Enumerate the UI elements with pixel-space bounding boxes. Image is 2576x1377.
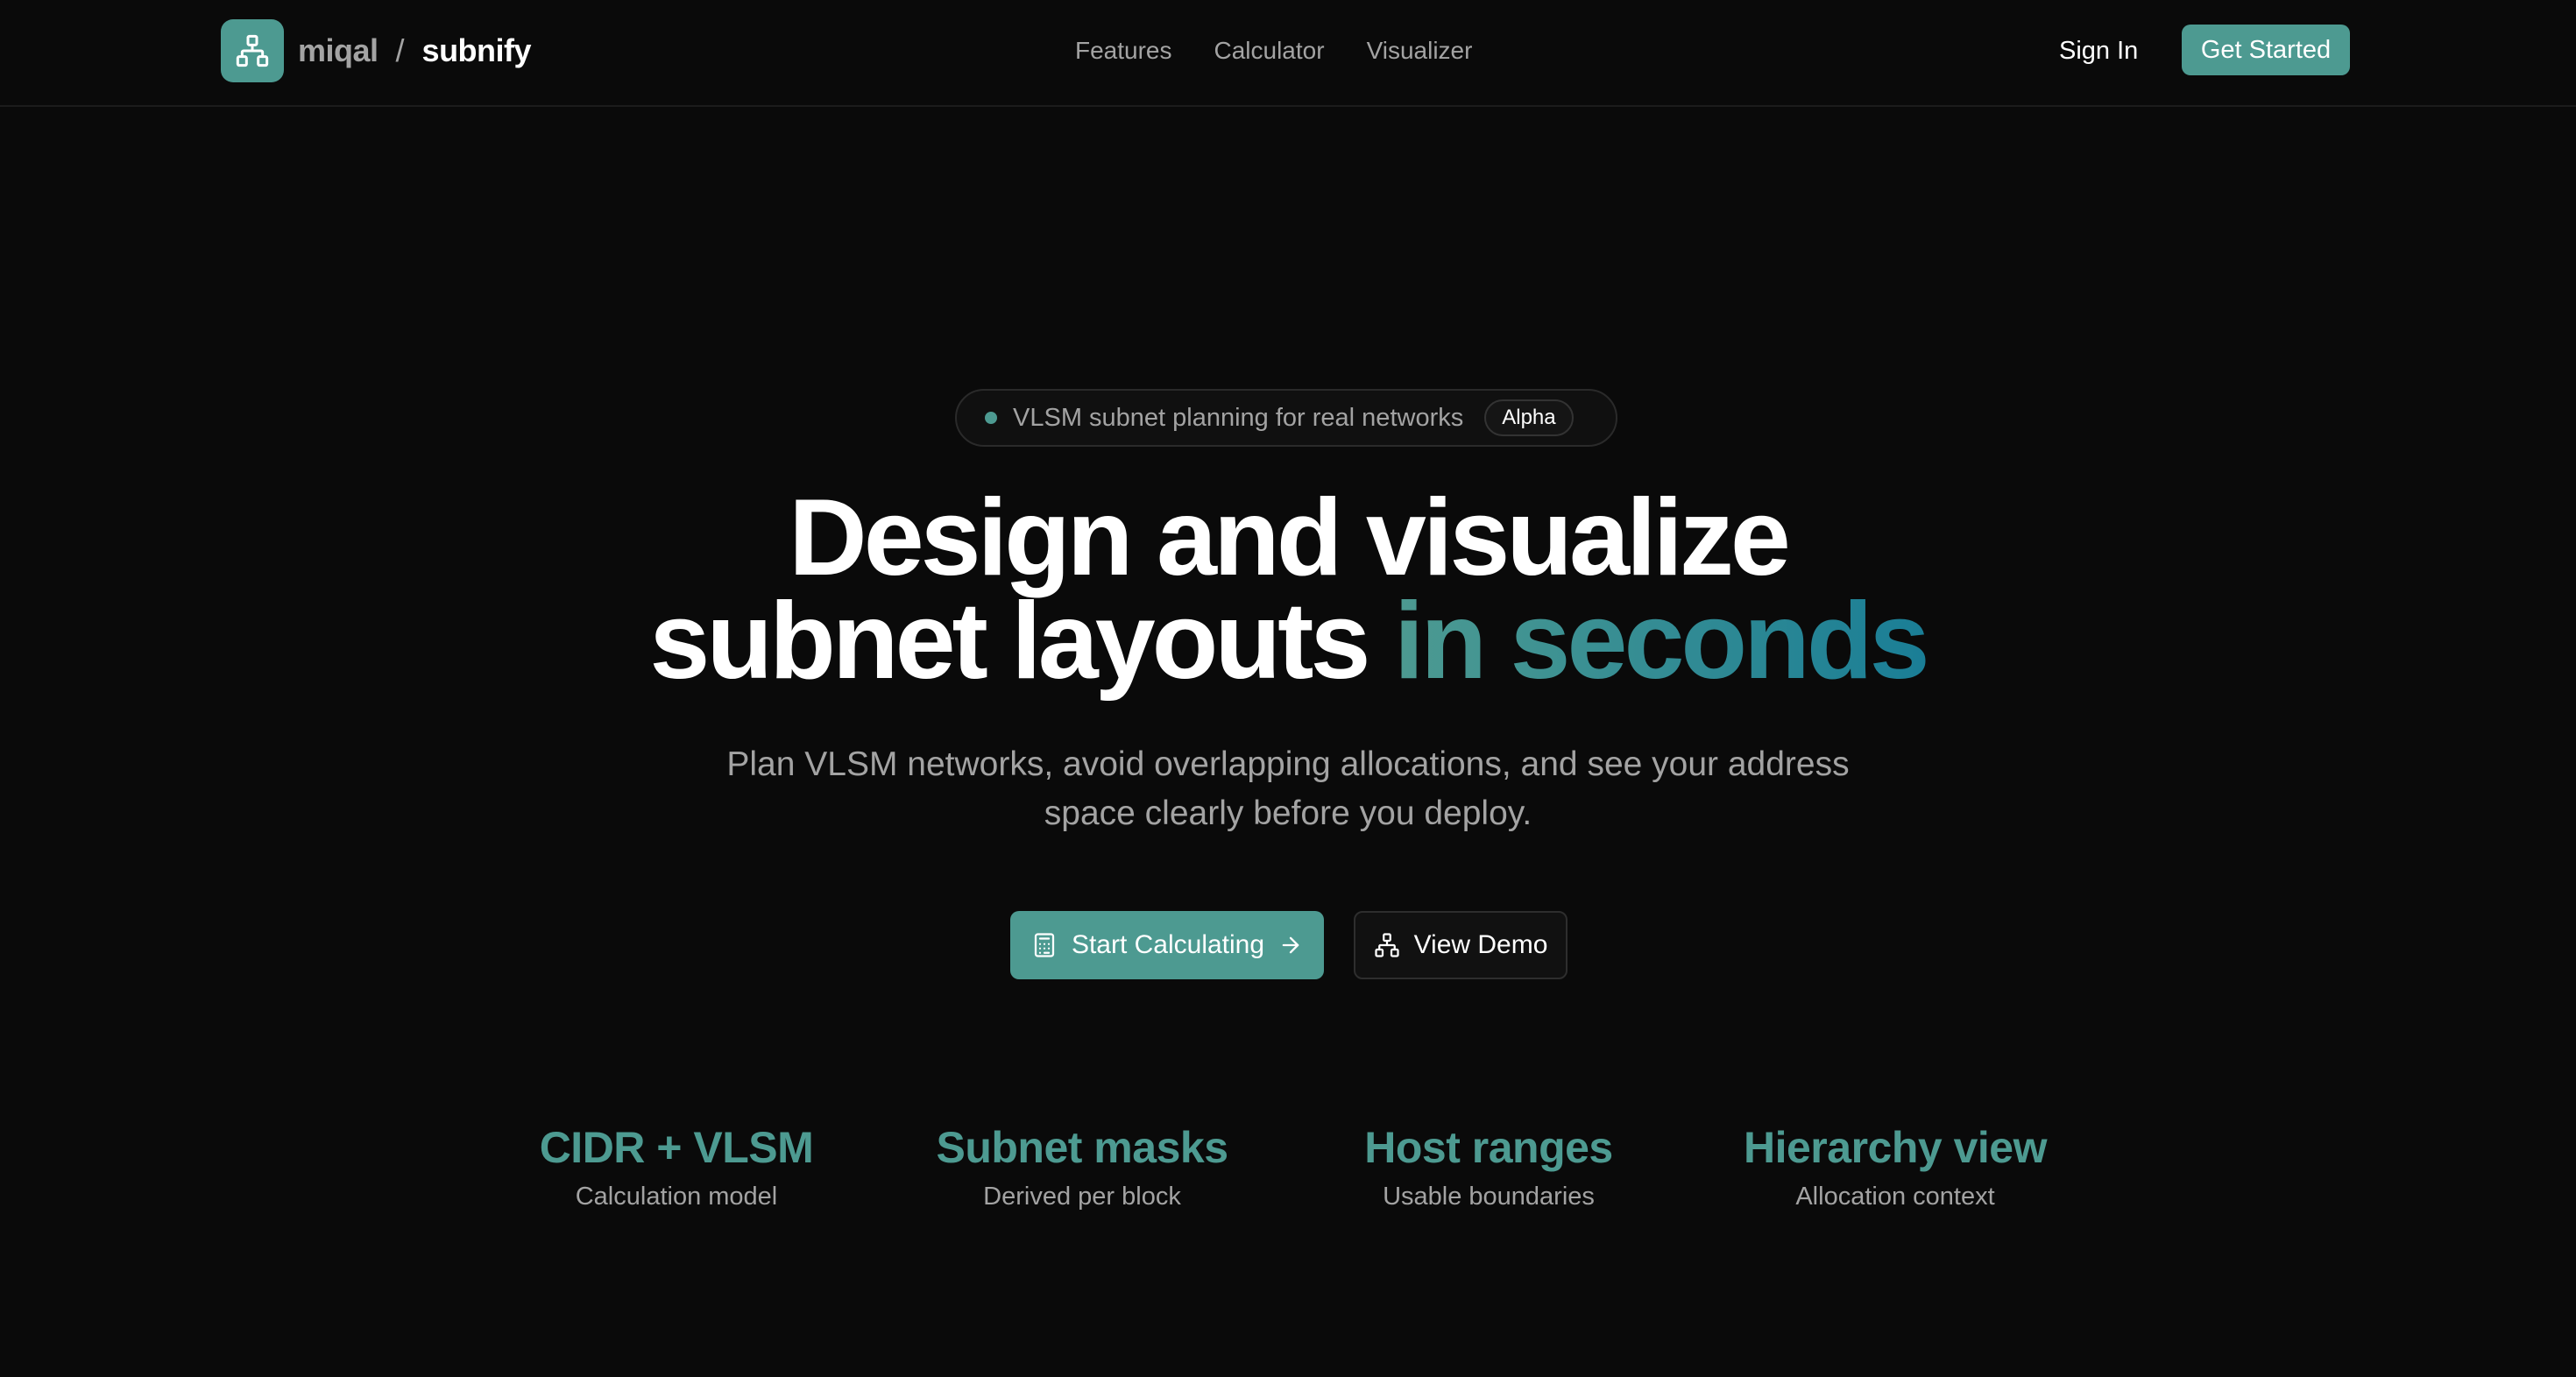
announcement-pill: VLSM subnet planning for real networks A… [955,389,1617,447]
stat-label: Calculation model [575,1183,778,1211]
calculator-icon [1031,932,1058,958]
start-calculating-button[interactable]: Start Calculating [1010,911,1324,979]
view-demo-button[interactable]: View Demo [1354,911,1568,979]
pill-text: VLSM subnet planning for real networks [1013,403,1464,432]
stat-item: Subnet masks Derived per block [898,1119,1266,1211]
start-calculating-label: Start Calculating [1071,930,1265,959]
stat-item: Hierarchy view Allocation context [1711,1119,2079,1211]
network-icon [221,19,284,82]
nav-calculator[interactable]: Calculator [1214,37,1325,65]
site-header: miqal / subnify Features Calculator Visu… [0,0,2576,107]
main-nav: Features Calculator Visualizer [1075,0,1472,102]
hero-subtitle: Plan VLSM networks, avoid overlapping al… [726,745,1850,832]
headline-line-1: Design and visualize [789,477,1791,598]
stat-item: Host ranges Usable boundaries [1305,1119,1673,1211]
alpha-badge: Alpha [1484,399,1574,436]
network-icon [1374,932,1400,958]
stat-item: CIDR + VLSM Calculation model [492,1119,860,1211]
brand-separator: / [395,32,405,68]
stat-label: Derived per block [983,1183,1181,1211]
brand-product-name: subnify [421,32,532,68]
status-dot-icon [985,412,997,424]
headline-plain: subnet layouts [649,581,1370,702]
arrow-right-icon [1278,933,1303,957]
stat-label: Allocation context [1795,1183,1995,1211]
get-started-button[interactable]: Get Started [2182,25,2350,75]
stat-value: CIDR + VLSM [539,1123,814,1172]
brand-home-link[interactable]: miqal / subnify [221,19,532,82]
nav-features[interactable]: Features [1075,37,1172,65]
headline-accent: in seconds [1393,581,1930,702]
stat-label: Usable boundaries [1383,1183,1595,1211]
hero-headline: Design and visualize subnet layouts in s… [0,477,2576,696]
stat-value: Host ranges [1364,1123,1613,1172]
view-demo-label: View Demo [1413,930,1548,959]
sign-in-link[interactable]: Sign In [2059,0,2138,102]
stat-value: Subnet masks [936,1123,1228,1172]
headline-line-2: subnet layouts in seconds [0,587,2576,696]
brand-org: miqal [298,32,379,68]
nav-visualizer[interactable]: Visualizer [1367,37,1473,65]
stat-value: Hierarchy view [1744,1123,2047,1172]
cta-row: Start Calculating View Demo [0,911,2576,979]
